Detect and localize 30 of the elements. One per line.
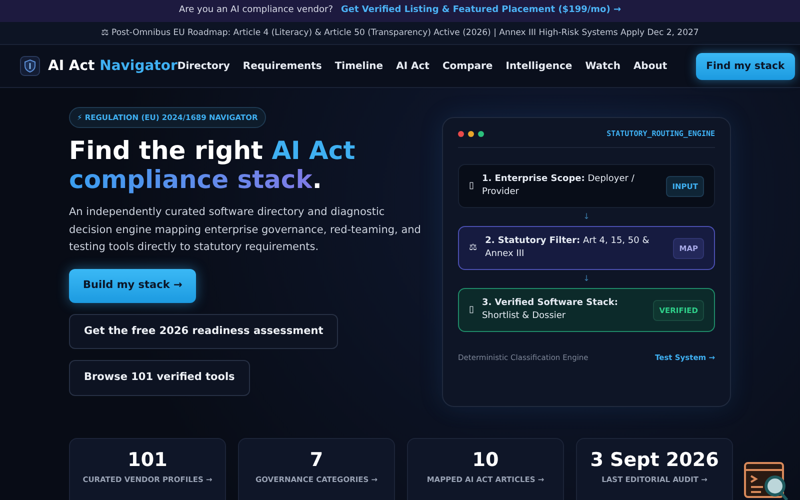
- nav-link[interactable]: Timeline: [334, 58, 384, 74]
- find-stack-button[interactable]: Find my stack: [696, 52, 795, 80]
- promo-text: Are you an AI compliance vendor?: [179, 4, 333, 18]
- stat-value: 101: [126, 449, 168, 471]
- outline-button[interactable]: Get the free 2026 readiness assessment: [69, 314, 338, 350]
- step-icon: ⚖: [469, 242, 478, 255]
- step-icon: ▯: [469, 304, 474, 317]
- promo-link[interactable]: Get Verified Listing & Featured Placement ($199/mo) →: [340, 4, 621, 18]
- stat-value: 10: [471, 449, 500, 471]
- nav-link[interactable]: About: [633, 58, 668, 74]
- stat-value: 3 Sept 2026: [589, 449, 720, 471]
- step-text: 3. Verified Software Stack: Shortlist & Dossier: [482, 297, 619, 324]
- hero-description: An independently curated software directory and diagnostic decision engine mapping enterprise governance, red-teaming, and testing tools directly to statutory requirements.: [69, 205, 422, 256]
- nav-link[interactable]: Watch: [585, 58, 620, 74]
- down-arrow: ↓: [582, 212, 591, 222]
- down-arrow: ↓: [582, 274, 591, 284]
- nav-link[interactable]: Compare: [442, 58, 493, 74]
- outline-button[interactable]: Browse 101 verified tools: [69, 360, 250, 396]
- step-text: 2. Statutory Filter: Art 4, 15, 50 & Annex III: [485, 235, 650, 262]
- brand-name[interactable]: AI Act Navigator: [48, 56, 178, 76]
- build-stack-button[interactable]: Build my stack →: [69, 268, 196, 302]
- nav-link[interactable]: Directory: [177, 58, 230, 74]
- hero-heading: Find the right AI Act compliance stack.: [69, 136, 356, 194]
- nav-link[interactable]: Intelligence: [506, 58, 572, 74]
- nav-link[interactable]: AI Act: [396, 58, 430, 74]
- stat-value: 7: [308, 449, 324, 471]
- step-text: 1. Enterprise Scope: Deployer / Provider: [482, 173, 636, 200]
- nav-link[interactable]: Requirements: [242, 58, 322, 74]
- notice-text: ⚖ Post-Omnibus EU Roadmap: Article 4 (Literacy) & Article 50 (Transparency) Active (2026) | Annex III High-Risk Systems Apply Dec 2, 2027: [101, 26, 699, 40]
- step-icon: ▯: [469, 180, 474, 193]
